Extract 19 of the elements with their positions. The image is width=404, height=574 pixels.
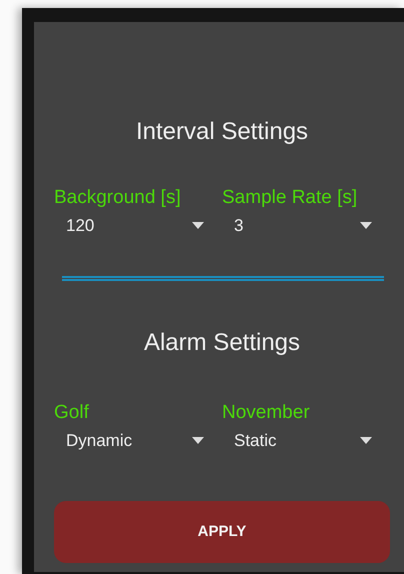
field-label: Golf [54, 401, 90, 425]
field-label: Background [s] [54, 186, 182, 210]
dropdown-caret-icon [360, 222, 372, 229]
section-title: Interval Settings [134, 117, 310, 147]
apply-button[interactable]: APPLY [54, 501, 390, 563]
dropdown-value: 3 [234, 214, 244, 236]
dropdown[interactable]: Dynamic [54, 428, 222, 453]
dropdown[interactable]: 3 [222, 212, 390, 238]
dropdown-caret-icon [192, 222, 204, 229]
section-title: Alarm Settings [142, 328, 302, 358]
dropdown-value: 120 [66, 214, 94, 236]
field-label: Sample Rate [s] [222, 186, 358, 210]
dropdown-value: Static [234, 430, 277, 452]
dropdown[interactable]: 120 [54, 212, 222, 238]
dropdown[interactable]: Static [222, 428, 390, 453]
dropdown-caret-icon [192, 436, 204, 444]
field-label: November [222, 401, 311, 425]
dropdown-caret-icon [360, 436, 372, 444]
dropdown-value: Dynamic [66, 430, 132, 452]
